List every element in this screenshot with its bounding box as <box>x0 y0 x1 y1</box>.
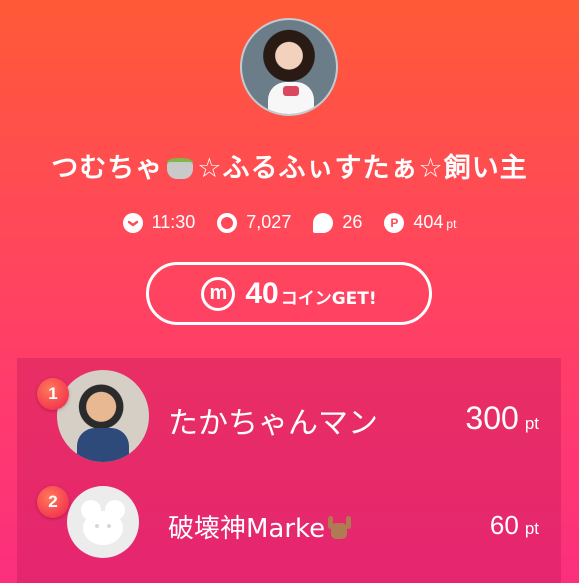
rank-badge: 1 <box>37 378 69 410</box>
ranking-row[interactable]: 2 破壊神Marke 60 pt <box>17 480 561 583</box>
streamer-avatar[interactable] <box>240 18 338 116</box>
default-avatar-icon <box>67 486 139 558</box>
coin-label: コインGET! <box>280 289 377 309</box>
coin-icon: m <box>201 276 236 311</box>
stats-bar: 11:30 7,027 26 P 404 pt <box>0 212 579 233</box>
green-tea-icon <box>165 156 195 180</box>
user-name: 破壊神Marke <box>168 508 355 545</box>
comment-icon <box>313 212 334 233</box>
hand-sign-icon <box>325 515 355 541</box>
avatar-bow <box>283 86 299 96</box>
rank-badge: 2 <box>37 486 69 518</box>
user-name: たかちゃんマン <box>168 406 378 441</box>
streamer-title: つむちゃ ☆ふるふぃすたぁ☆飼い主 <box>0 146 579 185</box>
ranking-list: 1 たかちゃんマン 300 pt 2 破壊神Marke 60 pt <box>17 358 561 583</box>
title-name: つむちゃ <box>51 153 164 184</box>
stat-comments: 26 <box>313 212 362 233</box>
stat-viewers: 7,027 <box>217 212 291 233</box>
user-points: 60 pt <box>489 510 539 540</box>
ranking-row[interactable]: 1 たかちゃんマン 300 pt <box>17 366 561 476</box>
title-suffix: ☆ふるふぃすたぁ☆飼い主 <box>197 153 528 184</box>
stat-time-value: 11:30 <box>151 212 196 232</box>
points-icon: P <box>384 212 405 233</box>
stat-comments-value: 26 <box>342 212 363 232</box>
stat-points: P 404 pt <box>384 212 456 233</box>
user-points: 300 pt <box>465 400 539 436</box>
viewers-icon <box>217 212 238 233</box>
clock-icon <box>122 212 143 233</box>
coin-amount: 40 <box>245 276 279 310</box>
coin-get-button[interactable]: m 40 コインGET! <box>146 262 432 325</box>
stat-time: 11:30 <box>122 212 196 233</box>
avatar <box>57 370 149 462</box>
stat-viewers-value: 7,027 <box>246 212 292 232</box>
stat-points-value: 404 pt <box>413 212 457 232</box>
